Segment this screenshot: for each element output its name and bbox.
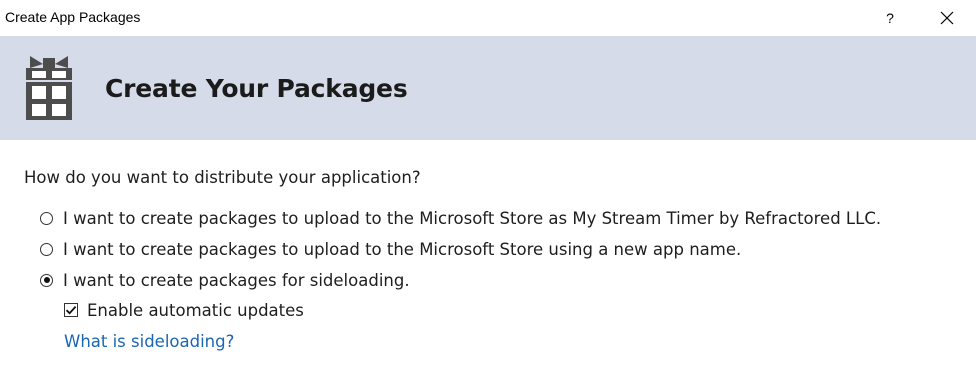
distribution-question: How do you want to distribute your appli…	[24, 168, 421, 187]
page-title: Create Your Packages	[105, 74, 408, 103]
gift-package-icon	[26, 56, 72, 120]
title-bar: Create App Packages ?	[0, 0, 976, 36]
create-app-packages-dialog: Create App Packages ? Create Your Packag…	[0, 0, 976, 385]
option-store-existing-name[interactable]: I want to create packages to upload to t…	[40, 206, 881, 230]
distribution-options: How do you want to distribute your appli…	[0, 140, 976, 385]
auto-updates-option[interactable]: Enable automatic updates	[64, 298, 304, 322]
radio-store-new-name[interactable]	[40, 242, 53, 256]
header-band: Create Your Packages	[0, 36, 976, 140]
close-icon	[940, 11, 954, 25]
help-button[interactable]: ?	[874, 4, 906, 32]
window-title: Create App Packages	[5, 9, 141, 25]
option-label: I want to create packages to upload to t…	[63, 208, 882, 228]
option-store-new-name[interactable]: I want to create packages to upload to t…	[40, 237, 741, 261]
radio-sideloading[interactable]	[40, 273, 53, 287]
option-sideloading[interactable]: I want to create packages for sideloadin…	[40, 268, 410, 292]
radio-store-existing-name[interactable]	[40, 211, 53, 225]
auto-updates-checkbox[interactable]	[64, 303, 78, 317]
option-label: I want to create packages for sideloadin…	[63, 270, 410, 290]
close-button[interactable]	[930, 4, 964, 32]
what-is-sideloading-link[interactable]: What is sideloading?	[64, 332, 234, 351]
checkmark-icon	[65, 305, 77, 315]
auto-updates-label: Enable automatic updates	[87, 300, 304, 320]
option-label: I want to create packages to upload to t…	[63, 239, 742, 259]
